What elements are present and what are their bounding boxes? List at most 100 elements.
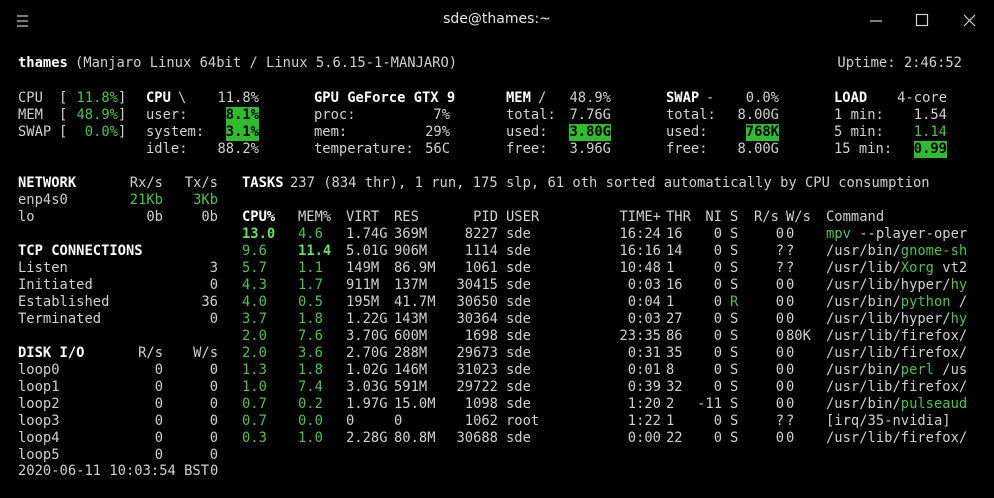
load-title: LOAD	[834, 90, 868, 106]
system-info: (Manjaro Linux 64bit / Linux 5.6.15-1-MA…	[75, 55, 458, 71]
disk-read-rate: 0	[154, 362, 163, 378]
swap-title: SWAP	[666, 90, 700, 106]
network-interface-row: enp4s0 21Kb 3Kb	[0, 192, 994, 209]
network-header-row: NETWORK Rx/s Tx/s TASKS 237 (834 thr), 1…	[0, 175, 994, 192]
gpu-label: temperature:	[314, 141, 414, 157]
cpu-title: CPU	[146, 90, 171, 106]
cpu-label: system:	[146, 124, 205, 140]
gpu-value: 29%	[425, 124, 450, 140]
tcp-header-row: TCP CONNECTIONS	[0, 243, 994, 260]
title-bar: sde@thames:~	[0, 0, 994, 42]
load-cores: 4-core	[897, 90, 947, 106]
process-res: 600M	[394, 328, 428, 344]
process-pid: 8227	[464, 226, 498, 242]
minimize-icon[interactable]	[862, 8, 890, 34]
process-mem: 4.6	[298, 226, 323, 242]
tcp-state-name: Terminated	[18, 311, 102, 327]
swap-value: 768K	[745, 124, 779, 141]
process-write: 80K	[786, 328, 811, 344]
tasks-title: TASKS	[242, 175, 284, 191]
process-res: 369M	[394, 226, 428, 242]
cpu-value: 88.2%	[217, 141, 259, 157]
swap-indicator: -	[706, 90, 715, 106]
disk-row: loop3 0 0	[0, 413, 994, 430]
load-label: 5 min:	[834, 124, 884, 140]
disk-header-row: DISK I/O R/s W/s	[0, 345, 994, 362]
gpu-title: GPU GeForce GTX 9	[314, 90, 456, 106]
process-time: 16:24	[619, 226, 661, 242]
process-read: 0	[775, 226, 784, 242]
close-icon[interactable]	[956, 8, 984, 34]
maximize-icon[interactable]	[908, 8, 936, 34]
load-label: 1 min:	[834, 107, 884, 123]
disk-name: loop2	[18, 396, 60, 412]
process-command: mpv --player-oper	[826, 226, 967, 243]
disk-write-rate: 0	[209, 362, 218, 378]
process-user: sde	[506, 226, 531, 242]
quicklook-bracket: ]	[118, 124, 127, 140]
process-nice: 0	[713, 328, 722, 344]
cpu-label: idle:	[146, 141, 188, 157]
process-read: 0	[775, 328, 784, 344]
mem-indicator: /	[538, 90, 547, 106]
network-interface-row: lo 0b 0b	[0, 209, 994, 226]
disk-row: loop4 0 0	[0, 430, 994, 447]
quicklook-bracket: ]	[118, 90, 127, 106]
footer-datetime: 2020-06-11 10:03:54 BST	[18, 463, 210, 479]
tcp-state-name: Established	[18, 294, 110, 310]
process-write: 0	[786, 226, 795, 242]
quicklook-bracket: [	[59, 107, 68, 123]
disk-name: loop4	[18, 430, 60, 446]
network-rx-rate: 0b	[146, 209, 163, 225]
tcp-row: Initiated 0	[0, 277, 994, 294]
disk-row: loop1 0 0	[0, 379, 994, 396]
swap-label: free:	[666, 141, 708, 157]
disk-col-read: R/s	[138, 345, 163, 361]
disk-read-rate: 0	[154, 430, 163, 446]
gpu-value: 7%	[433, 107, 450, 123]
swap-value: 8.00G	[737, 107, 779, 123]
disk-row: loop2 0 0	[0, 396, 994, 413]
swap-label: used:	[666, 124, 708, 140]
swap-label: total:	[666, 107, 716, 123]
mem-value: 3.96G	[569, 141, 611, 157]
swap-total-percent: 0.0%	[745, 90, 779, 106]
disk-name: loop0	[18, 362, 60, 378]
summary-row-2: MEM [ 48.9% ] user: 8.1% proc: 7% total:…	[0, 107, 994, 124]
disk-write-rate: 0	[209, 430, 218, 446]
mem-label: total:	[506, 107, 556, 123]
quicklook-value: 48.9%	[76, 107, 118, 123]
quicklook-label: CPU	[18, 90, 43, 106]
hostname: thames	[18, 55, 68, 71]
swap-value: 8.00G	[737, 141, 779, 157]
disk-read-rate: 0	[154, 379, 163, 395]
disk-write-rate: 0	[209, 447, 218, 463]
alerts-count: 0	[210, 463, 219, 479]
quicklook-bracket: ]	[118, 107, 127, 123]
disk-read-rate: 0	[154, 413, 163, 429]
cpu-label: user:	[146, 107, 188, 123]
summary-row-4: idle: 88.2% temperature: 56C free: 3.96G…	[0, 141, 994, 158]
process-row[interactable]: 13.0 4.6 1.74G 369M 8227 sde 16:24 16 0 S 0 0 mpv --…	[0, 226, 994, 243]
quicklook-label: MEM	[18, 107, 43, 123]
disk-col-write: W/s	[193, 345, 218, 361]
disk-name: loop1	[18, 379, 60, 395]
process-pid: 1698	[464, 328, 498, 344]
cpu-indicator: \	[178, 90, 187, 106]
tcp-state-count: 0	[209, 277, 218, 293]
process-time: 23:35	[619, 328, 661, 344]
process-nice: 0	[713, 226, 722, 242]
mem-title: MEM	[506, 90, 531, 106]
process-status: S	[730, 328, 739, 344]
command-args: --player-oper	[850, 226, 968, 242]
network-title: NETWORK	[18, 175, 77, 191]
header-line: thames (Manjaro Linux 64bit / Linux 5.6.…	[0, 55, 994, 72]
tcp-row: Terminated 0	[0, 311, 994, 328]
process-row[interactable]: 2.0 7.6 3.70G 600M 1698 sde 23:35 86 0 S 0 80K/usr/…	[0, 328, 994, 345]
gpu-label: mem:	[314, 124, 348, 140]
network-interface-name: enp4s0	[18, 192, 68, 208]
disk-name: loop5	[18, 447, 60, 463]
process-threads: 16	[666, 226, 683, 242]
terminal-view[interactable]: thames (Manjaro Linux 64bit / Linux 5.6.…	[0, 42, 994, 498]
process-threads: 86	[666, 328, 683, 344]
